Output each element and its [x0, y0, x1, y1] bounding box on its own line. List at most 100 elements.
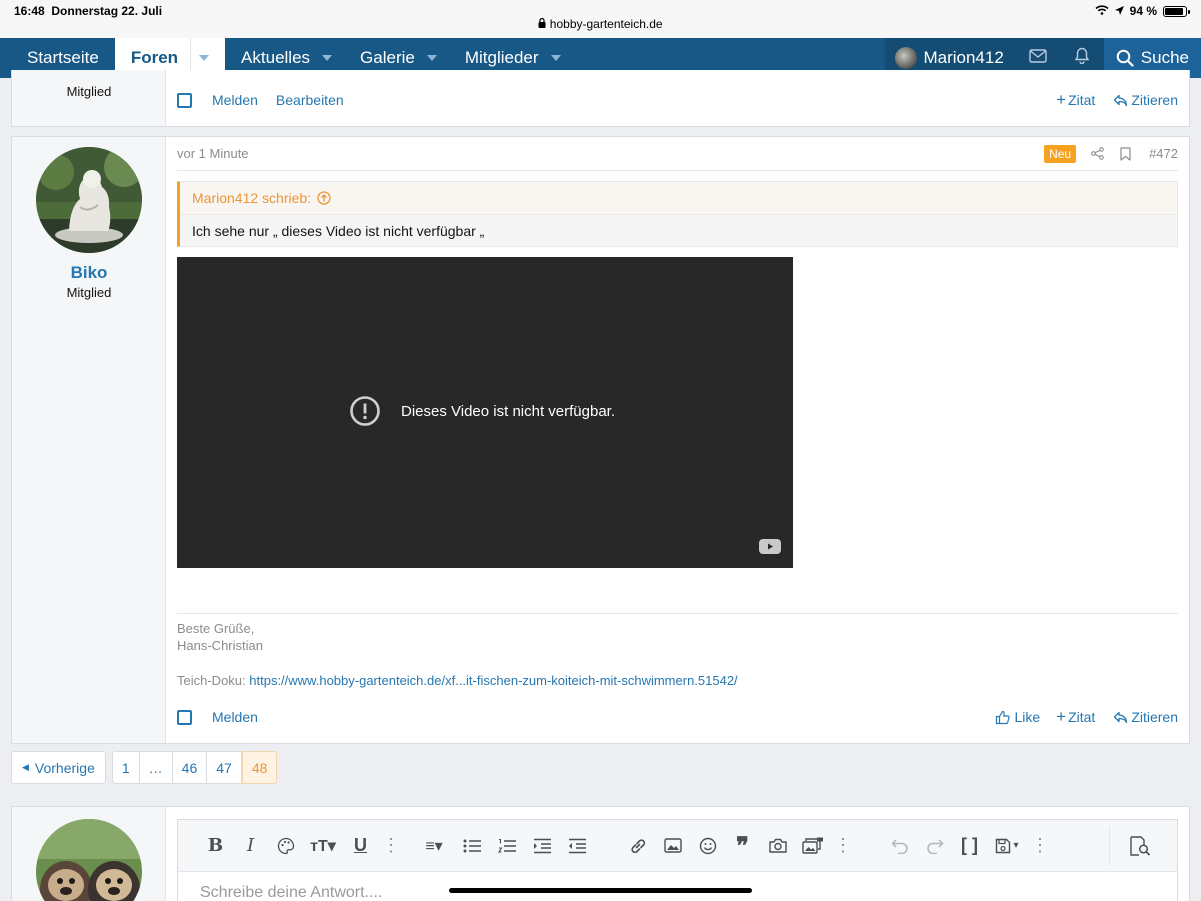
more-tools-button[interactable]: ⋮: [1027, 831, 1053, 861]
more-vertical-icon: ⋮: [382, 835, 400, 855]
more-vertical-icon: ⋮: [1031, 835, 1049, 855]
bold-button[interactable]: B: [198, 831, 233, 861]
more-insert-button[interactable]: ⋮: [830, 831, 856, 861]
italic-button[interactable]: I: [233, 831, 268, 861]
more-vertical-icon: ⋮: [834, 835, 852, 855]
avatar[interactable]: [36, 147, 142, 253]
plus-icon: +: [1056, 90, 1067, 109]
image-button[interactable]: [655, 831, 690, 861]
reply-quote-button[interactable]: Zitieren: [1113, 709, 1178, 725]
font-size-button[interactable]: тT▾: [303, 831, 343, 861]
home-indicator[interactable]: [449, 888, 752, 893]
outdent-button[interactable]: [559, 831, 594, 861]
outdent-icon: [568, 838, 586, 854]
location-icon: [1114, 4, 1124, 18]
reply-icon: [1113, 94, 1128, 107]
video-message-text: Dieses Video ist nicht verfügbar.: [401, 402, 616, 420]
page-ellipsis[interactable]: …: [139, 751, 173, 784]
reply-input[interactable]: Schreibe deine Antwort....: [200, 884, 382, 901]
indent-icon: [533, 838, 551, 854]
nav-label: Startseite: [27, 48, 99, 67]
gallery-button[interactable]: [795, 831, 830, 861]
numbered-list-icon: [497, 838, 516, 854]
avatar: [895, 47, 918, 69]
new-badge: Neu: [1044, 144, 1077, 163]
nav-label: Foren: [130, 48, 179, 67]
youtube-icon[interactable]: [759, 539, 781, 554]
post-actions: Melden Like + Zitat Zitieren: [177, 707, 1178, 727]
nav-label: Mitglieder: [464, 48, 539, 67]
chevron-down-icon[interactable]: [550, 55, 561, 61]
underline-button[interactable]: U: [343, 831, 378, 861]
preview-icon: [1129, 836, 1151, 856]
chevron-down-icon[interactable]: [322, 55, 333, 61]
page-link-47[interactable]: 47: [207, 751, 242, 784]
image-icon: [663, 838, 682, 853]
select-checkbox[interactable]: [177, 92, 192, 108]
post-472: Biko Mitglied vor 1 Minute Neu #472 Mari…: [11, 136, 1190, 744]
page-link-1[interactable]: 1: [111, 751, 140, 784]
video-embed[interactable]: Dieses Video ist nicht verfügbar.: [177, 257, 793, 568]
user-title: Mitglied: [66, 285, 112, 300]
link-button[interactable]: [620, 831, 655, 861]
edit-link[interactable]: Bearbeiten: [276, 92, 344, 108]
bullet-list-icon: [463, 838, 481, 854]
multi-quote-button[interactable]: + Zitat: [1056, 90, 1095, 110]
report-link[interactable]: Melden: [212, 92, 258, 108]
post-username[interactable]: Biko: [12, 263, 166, 283]
quick-reply: B I тT▾ U ⋮ ≡▾ ❞ ⋮ [] ▾ ⋮ Schreibe dein…: [11, 806, 1190, 901]
report-link[interactable]: Melden: [212, 709, 258, 725]
account-username: Marion412: [923, 48, 1004, 67]
camera-button[interactable]: [760, 831, 795, 861]
chevron-left-icon: ◀: [22, 762, 29, 772]
more-text-button[interactable]: ⋮: [378, 831, 404, 861]
quote-author: Marion412 schrieb:: [192, 190, 312, 206]
post-time[interactable]: vor 1 Minute: [177, 146, 249, 161]
quote-header[interactable]: Marion412 schrieb:: [180, 182, 1177, 215]
reply-quote-button[interactable]: Zitieren: [1113, 92, 1178, 108]
doku-link[interactable]: https://www.hobby-gartenteich.de/xf...it…: [249, 673, 737, 688]
color-button[interactable]: [268, 831, 303, 861]
post-number[interactable]: #472: [1149, 146, 1178, 161]
numbered-list-button[interactable]: [489, 831, 524, 861]
address-bar[interactable]: hobby-gartenteich.de: [0, 17, 1201, 31]
indent-button[interactable]: [524, 831, 559, 861]
alert-circle-icon: [349, 395, 381, 427]
quote-icon: ❞: [736, 830, 749, 860]
bullet-list-button[interactable]: [454, 831, 489, 861]
multi-quote-button[interactable]: + Zitat: [1056, 707, 1095, 727]
pagination: ◀ Vorherige 1 … 46 47 48: [11, 751, 278, 784]
emoji-button[interactable]: [690, 831, 725, 861]
nav-label: Aktuelles: [241, 48, 311, 67]
thumbs-up-icon: [995, 710, 1011, 725]
bbcode-toggle-button[interactable]: [ ]: [952, 831, 987, 861]
share-icon[interactable]: [1091, 147, 1104, 160]
bookmark-icon[interactable]: [1120, 146, 1131, 161]
font-size-icon: тT▾: [310, 837, 336, 855]
chevron-down-icon: [199, 55, 210, 61]
undo-button[interactable]: [882, 831, 917, 861]
reply-icon: [1113, 711, 1128, 724]
italic-icon: I: [246, 835, 255, 856]
like-button[interactable]: Like: [995, 709, 1040, 725]
page-link-current[interactable]: 48: [241, 751, 278, 784]
align-button[interactable]: ≡▾: [414, 831, 454, 861]
quote-text: Ich sehe nur „ dieses Video ist nicht ve…: [192, 223, 485, 239]
ios-status-bar: 16:48 Donnerstag 22. Juli hobby-gartente…: [0, 0, 1201, 38]
envelope-icon: [1029, 48, 1047, 68]
prev-page-button[interactable]: ◀ Vorherige: [11, 751, 106, 784]
redo-button[interactable]: [917, 831, 952, 861]
post-userbit: Biko Mitglied: [12, 137, 166, 743]
quote-button[interactable]: ❞: [725, 831, 760, 861]
multi-quote-label: Zitat: [1068, 709, 1096, 725]
page-link-46[interactable]: 46: [172, 751, 208, 784]
url-text: hobby-gartenteich.de: [549, 17, 663, 31]
underline-icon: U: [354, 835, 367, 855]
preview-button[interactable]: [1109, 826, 1169, 866]
previous-post-userbit: Mitglied: [12, 70, 166, 126]
drafts-button[interactable]: ▾: [987, 831, 1027, 861]
select-checkbox[interactable]: [177, 709, 192, 725]
reply-userbit: [12, 807, 166, 901]
chevron-down-icon[interactable]: [426, 55, 437, 61]
previous-post: Mitglied Melden Bearbeiten + Zitat Zitie…: [11, 70, 1190, 127]
